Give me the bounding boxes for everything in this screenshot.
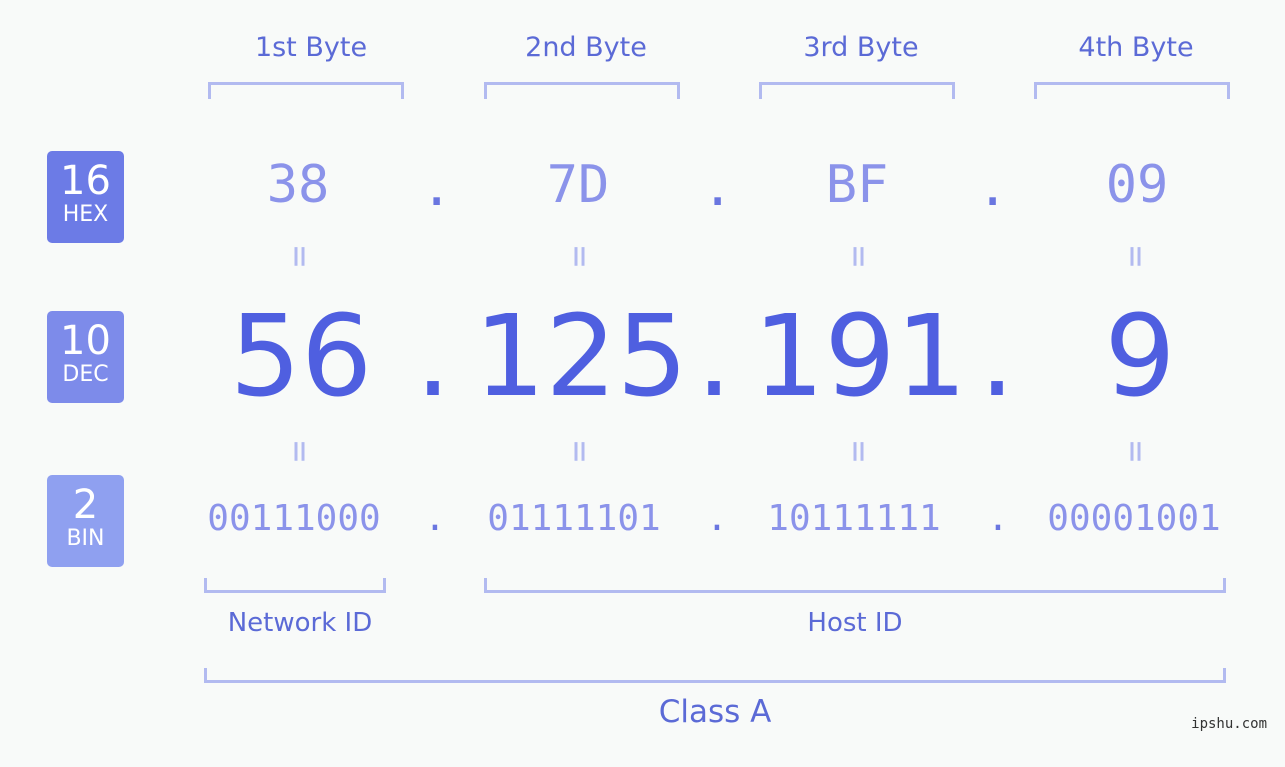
byte-header-4: 4th Byte (1078, 32, 1194, 63)
network-id-label: Network ID (227, 608, 373, 638)
dec-badge: 10 DEC (47, 311, 124, 403)
bin-separator-2: . (706, 498, 728, 539)
hex-byte-3: BF (825, 155, 889, 215)
dec-badge-label: DEC (62, 362, 109, 387)
equals-sign: = (838, 245, 880, 268)
byte-bracket-4 (1034, 82, 1230, 99)
equals-sign: = (559, 440, 601, 463)
bin-separator-3: . (987, 498, 1009, 539)
equals-sign: = (279, 440, 321, 463)
byte-bracket-3 (759, 82, 955, 99)
hex-byte-1: 38 (266, 155, 330, 215)
equals-sign: = (838, 440, 880, 463)
bin-badge-number: 2 (72, 482, 99, 528)
byte-bracket-1 (208, 82, 404, 99)
equals-sign: = (1115, 245, 1157, 268)
hex-badge-label: HEX (62, 202, 109, 227)
byte-header-3: 3rd Byte (803, 32, 919, 63)
bin-separator-1: . (424, 498, 446, 539)
class-label: Class A (658, 694, 772, 730)
bin-byte-4: 00001001 (1047, 498, 1221, 539)
hex-separator-3: . (977, 158, 1009, 218)
dec-byte-3: 191 (753, 292, 967, 422)
hex-separator-2: . (702, 158, 734, 218)
hex-badge: 16 HEX (47, 151, 124, 243)
byte-header-1: 1st Byte (254, 32, 368, 63)
equals-sign: = (279, 245, 321, 268)
network-id-bracket (204, 578, 386, 593)
dec-byte-2: 125 (474, 292, 688, 422)
bin-badge-label: BIN (66, 526, 105, 551)
dec-badge-number: 10 (60, 318, 111, 364)
host-id-label: Host ID (807, 608, 903, 638)
host-id-bracket (484, 578, 1226, 593)
class-bracket (204, 668, 1226, 683)
dec-byte-4: 9 (1104, 292, 1176, 422)
equals-sign: = (1115, 440, 1157, 463)
bin-byte-2: 01111101 (487, 498, 661, 539)
byte-header-2: 2nd Byte (525, 32, 647, 63)
hex-byte-4: 09 (1105, 155, 1169, 215)
bin-badge: 2 BIN (47, 475, 124, 567)
watermark: ipshu.com (1191, 716, 1267, 732)
hex-separator-1: . (421, 158, 453, 218)
hex-badge-number: 16 (60, 158, 111, 204)
bin-byte-3: 10111111 (767, 498, 941, 539)
dec-byte-1: 56 (229, 292, 373, 422)
bin-byte-1: 00111000 (207, 498, 381, 539)
equals-sign: = (559, 245, 601, 268)
hex-byte-2: 7D (546, 155, 610, 215)
byte-bracket-2 (484, 82, 680, 99)
